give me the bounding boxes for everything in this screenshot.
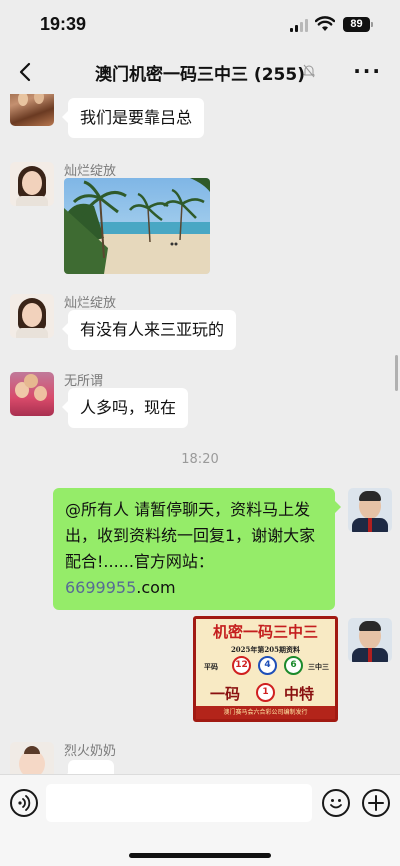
message-bubble[interactable] <box>62 760 114 774</box>
self-avatar[interactable] <box>348 488 392 532</box>
poster-special-right: 中特 <box>284 685 315 703</box>
number-ball: 4 <box>258 656 277 675</box>
cellular-signal-icon <box>290 19 308 32</box>
avatar[interactable] <box>10 94 54 126</box>
lottery-poster-image[interactable]: 机密一码三中三 2025年第205期资料 平码 12 4 6 三中三 一码 1 … <box>193 616 338 722</box>
number-ball: 6 <box>284 656 303 675</box>
voice-input-icon[interactable] <box>10 789 38 817</box>
sender-name: 烈火奶奶 <box>64 744 117 759</box>
wifi-icon <box>315 16 335 31</box>
avatar[interactable] <box>10 162 54 206</box>
self-avatar[interactable] <box>348 618 392 662</box>
poster-footer: 澳门赛马会六合彩公司编制发行 <box>196 706 335 719</box>
emoji-icon[interactable] <box>322 789 350 817</box>
home-indicator <box>129 853 271 858</box>
chat-title: 澳门机密一码三中三 (255) <box>95 65 305 85</box>
more-options-icon[interactable]: ··· <box>353 61 382 81</box>
status-time: 19:39 <box>40 14 87 34</box>
beach-photo-image[interactable] <box>64 178 210 274</box>
back-chevron-icon[interactable] <box>14 60 38 84</box>
chat-scrollbar[interactable] <box>395 355 398 391</box>
sender-name: 灿烂绽放 <box>64 296 117 311</box>
special-ball: 1 <box>256 683 275 702</box>
avatar[interactable] <box>10 742 54 774</box>
number-ball: 12 <box>232 656 251 675</box>
poster-subtitle: 2025年第205期资料 <box>230 645 301 654</box>
poster-title: 机密一码三中三 <box>212 623 318 641</box>
message-bubble[interactable]: 人多吗，现在 <box>61 388 189 428</box>
mute-bell-icon <box>303 64 315 78</box>
poster-label-left: 平码 <box>204 662 218 671</box>
message-input-bar <box>0 774 400 866</box>
poster-special-left: 一码 <box>210 685 241 703</box>
chat-header: 澳门机密一码三中三 (255) ··· <box>0 50 400 94</box>
timestamp-label: 18:20 <box>181 452 219 467</box>
sender-name: 灿烂绽放 <box>64 164 117 179</box>
message-bubble[interactable]: 我们是要靠吕总 <box>61 98 205 138</box>
message-bubble-self[interactable]: @所有人 请暂停聊天，资料马上发出，收到资料统一回复1，谢谢大家配合!.....… <box>53 488 341 610</box>
avatar[interactable] <box>10 294 54 338</box>
avatar[interactable] <box>10 372 54 416</box>
website-link[interactable]: 6699955 <box>65 578 136 597</box>
poster-label-right: 三中三 <box>308 662 329 671</box>
message-text-input[interactable] <box>46 784 312 822</box>
status-bar: 19:39 89 <box>0 0 400 50</box>
sender-name: 无所谓 <box>64 374 104 389</box>
message-bubble[interactable]: 有没有人来三亚玩的 <box>61 310 237 350</box>
message-text: @所有人 请暂停聊天，资料马上发出，收到资料统一回复1，谢谢大家配合!.....… <box>65 500 316 571</box>
battery-icon: 89 <box>343 17 373 32</box>
plus-icon[interactable] <box>362 789 390 817</box>
chat-message-list[interactable]: 我们是要靠吕总 灿烂绽放 灿烂绽放 有没有人来三亚玩的 无所谓 人多吗，现在 1… <box>0 94 400 774</box>
message-text: .com <box>136 578 176 597</box>
